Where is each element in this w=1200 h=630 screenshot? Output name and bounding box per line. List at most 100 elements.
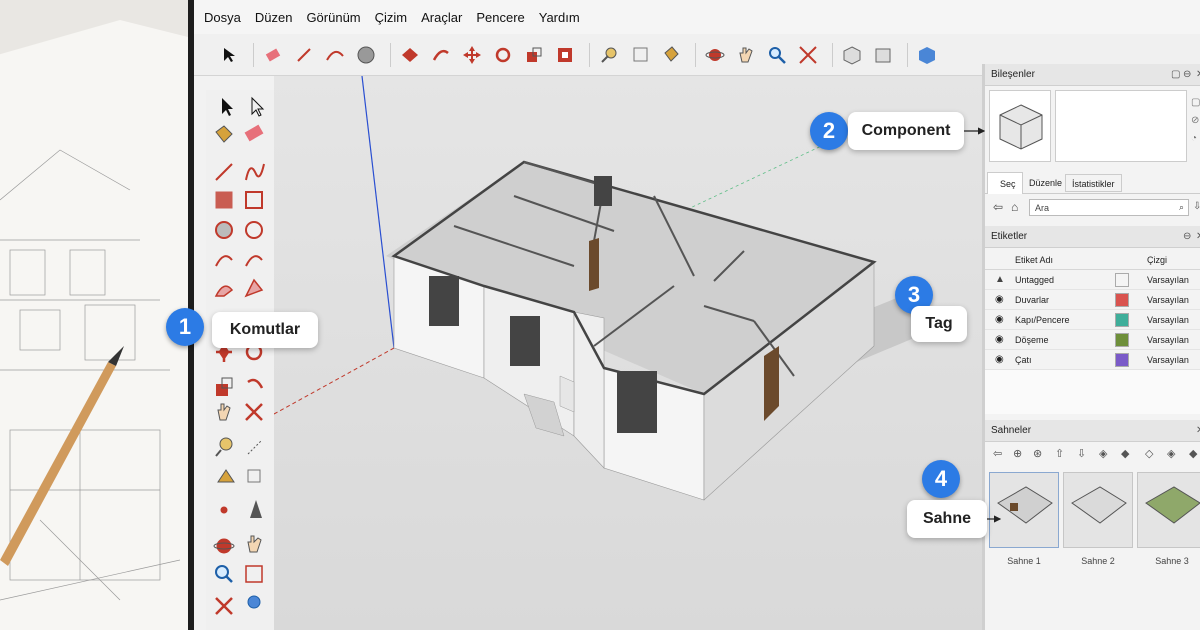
tag-line-style[interactable]: Varsayılan <box>1147 355 1189 365</box>
minimize-icon[interactable]: ⊖ <box>1183 231 1191 242</box>
update-scene-icon[interactable]: ⊛ <box>1033 447 1042 460</box>
callout-badge-4: 4 <box>922 460 960 498</box>
tag-row[interactable]: ◉ Döşeme Varsayılan <box>985 330 1200 350</box>
view-options-icon[interactable]: ◇ <box>1145 447 1153 460</box>
eye-icon[interactable]: ◉ <box>995 314 1007 326</box>
col-line[interactable]: Çizgi <box>1147 255 1167 265</box>
extension-manager-icon[interactable] <box>914 42 940 68</box>
red-axis <box>274 347 395 415</box>
pan-hand-icon[interactable] <box>733 42 759 68</box>
search-icon[interactable]: ⌕ <box>1179 202 1184 213</box>
close-icon[interactable]: ✕ <box>1196 231 1200 242</box>
thumbnail-view-icon[interactable]: ◈ <box>1167 447 1175 460</box>
pin-icon[interactable]: ▢ <box>1171 69 1180 80</box>
tag-name: Duvarlar <box>1015 295 1050 305</box>
list-view-icon[interactable]: ◆ <box>1189 447 1197 460</box>
component-side-icons: ▢ ⊘ ◔ <box>1191 97 1200 144</box>
home-icon[interactable]: ⌂ <box>1011 200 1018 214</box>
move-down-icon[interactable]: ⇩ <box>1077 447 1086 460</box>
move-up-icon[interactable]: ⇧ <box>1055 447 1064 460</box>
tape-measure-icon[interactable] <box>596 42 622 68</box>
pencil-line-icon[interactable] <box>291 42 317 68</box>
tag-row[interactable]: ◉ Çatı Varsayılan <box>985 350 1200 370</box>
tab-select[interactable]: Seç <box>987 172 1023 194</box>
tag-line-style[interactable]: Varsayılan <box>1147 315 1189 325</box>
menu-help[interactable]: Yardım <box>539 10 580 25</box>
scenes-toolbar: ⇦ ⊕ ⊛ ⇧ ⇩ ◈ ◆ ◇ ◈ ◆ <box>985 444 1200 466</box>
right-tray: Bileşenler ▢ ⊖ ✕ ▢⊘◔ Seç Düzenle İstatis… <box>982 64 1200 630</box>
scene-thumbnail-2[interactable] <box>1063 472 1133 548</box>
cube-icon <box>999 104 1043 150</box>
minimize-icon[interactable]: ⊖ <box>1183 69 1191 80</box>
back-arrow-icon[interactable]: ⇦ <box>993 447 1002 460</box>
tag-row[interactable]: ◉ Kapı/Pencere Varsayılan <box>985 310 1200 330</box>
components-panel-title[interactable]: Bileşenler ▢ ⊖ ✕ <box>985 64 1200 86</box>
scenes-panel-title[interactable]: Sahneler ✕ <box>985 420 1200 442</box>
scene-settings-icon[interactable]: ◈ <box>1099 447 1107 460</box>
select-tool-icon[interactable] <box>216 42 242 68</box>
orbit-icon[interactable] <box>702 42 728 68</box>
tag-name: Döşeme <box>1015 335 1049 345</box>
back-arrow-icon[interactable]: ⇦ <box>993 200 1003 214</box>
zoom-extents-icon[interactable] <box>795 42 821 68</box>
move-icon[interactable] <box>459 42 485 68</box>
eye-icon[interactable]: ◉ <box>995 354 1007 366</box>
warehouse-icon[interactable] <box>839 42 865 68</box>
component-search-row: ⇦ ⌂ Ara ⌕ ⇩ <box>985 198 1200 218</box>
tag-color-swatch[interactable] <box>1115 313 1129 327</box>
scene-thumbnail-3[interactable] <box>1137 472 1200 548</box>
tag-line-style[interactable]: Varsayılan <box>1147 295 1189 305</box>
paint-bucket-icon[interactable] <box>658 42 684 68</box>
circle-shape-icon[interactable] <box>353 42 379 68</box>
tag-color-swatch[interactable] <box>1115 353 1129 367</box>
tag-name: Kapı/Pencere <box>1015 315 1070 325</box>
callout-tag: Tag <box>911 306 967 342</box>
extension-warehouse-icon[interactable] <box>870 42 896 68</box>
push-pull-icon[interactable] <box>397 42 423 68</box>
download-icon[interactable]: ⇩ <box>1193 201 1200 212</box>
menu-edit[interactable]: Düzen <box>255 10 293 25</box>
tag-color-swatch[interactable] <box>1115 273 1129 287</box>
scene-label-2[interactable]: Sahne 2 <box>1063 556 1133 566</box>
close-icon[interactable]: ✕ <box>1196 425 1200 436</box>
scene-label-3[interactable]: Sahne 3 <box>1137 556 1200 566</box>
callout-scenes: Sahne <box>907 500 987 538</box>
tag-name: Çatı <box>1015 355 1032 365</box>
menu-draw[interactable]: Çizim <box>375 10 408 25</box>
arc-icon[interactable] <box>322 42 348 68</box>
tags-header: Etiket Adı Çizgi <box>985 250 1200 270</box>
menu-window[interactable]: Pencere <box>476 10 524 25</box>
sketchup-window: Dosya Düzen Görünüm Çizim Araçlar Pencer… <box>188 0 1200 630</box>
scale-icon[interactable] <box>521 42 547 68</box>
col-tag-name[interactable]: Etiket Adı <box>1015 255 1053 265</box>
follow-me-icon[interactable] <box>428 42 454 68</box>
zoom-icon[interactable] <box>764 42 790 68</box>
tag-line-style[interactable]: Varsayılan <box>1147 335 1189 345</box>
screenshot-stage: Dosya Düzen Görünüm Çizim Araçlar Pencer… <box>0 0 1200 630</box>
add-scene-icon[interactable]: ⊕ <box>1013 447 1022 460</box>
tag-line-style[interactable]: Varsayılan <box>1147 275 1189 285</box>
scene-thumbnail-1[interactable] <box>989 472 1059 548</box>
menu-file[interactable]: Dosya <box>204 10 241 25</box>
tab-statistics[interactable]: İstatistikler <box>1065 174 1122 192</box>
eye-icon[interactable]: ◉ <box>995 294 1007 306</box>
tag-color-swatch[interactable] <box>1115 293 1129 307</box>
offset-icon[interactable] <box>552 42 578 68</box>
rotate-icon[interactable] <box>490 42 516 68</box>
close-icon[interactable]: ✕ <box>1196 69 1200 80</box>
callout-commands: Komutlar <box>212 312 318 348</box>
tab-edit[interactable]: Düzenle <box>1029 178 1062 188</box>
text-label-icon[interactable] <box>627 42 653 68</box>
menu-tools[interactable]: Araçlar <box>421 10 462 25</box>
3d-viewport[interactable] <box>274 76 982 630</box>
eraser-icon[interactable] <box>260 42 286 68</box>
scene-label-1[interactable]: Sahne 1 <box>989 556 1059 566</box>
eye-icon[interactable]: ◉ <box>995 334 1007 346</box>
tag-row[interactable]: ◉ Duvarlar Varsayılan <box>985 290 1200 310</box>
tag-color-swatch[interactable] <box>1115 333 1129 347</box>
component-search-input[interactable]: Ara ⌕ <box>1029 199 1189 216</box>
tags-panel-title[interactable]: Etiketler ⊖ ✕ <box>985 226 1200 248</box>
tag-row[interactable]: ▲ Untagged Varsayılan <box>985 270 1200 290</box>
scene-style-icon[interactable]: ◆ <box>1121 447 1129 460</box>
menu-view[interactable]: Görünüm <box>306 10 360 25</box>
